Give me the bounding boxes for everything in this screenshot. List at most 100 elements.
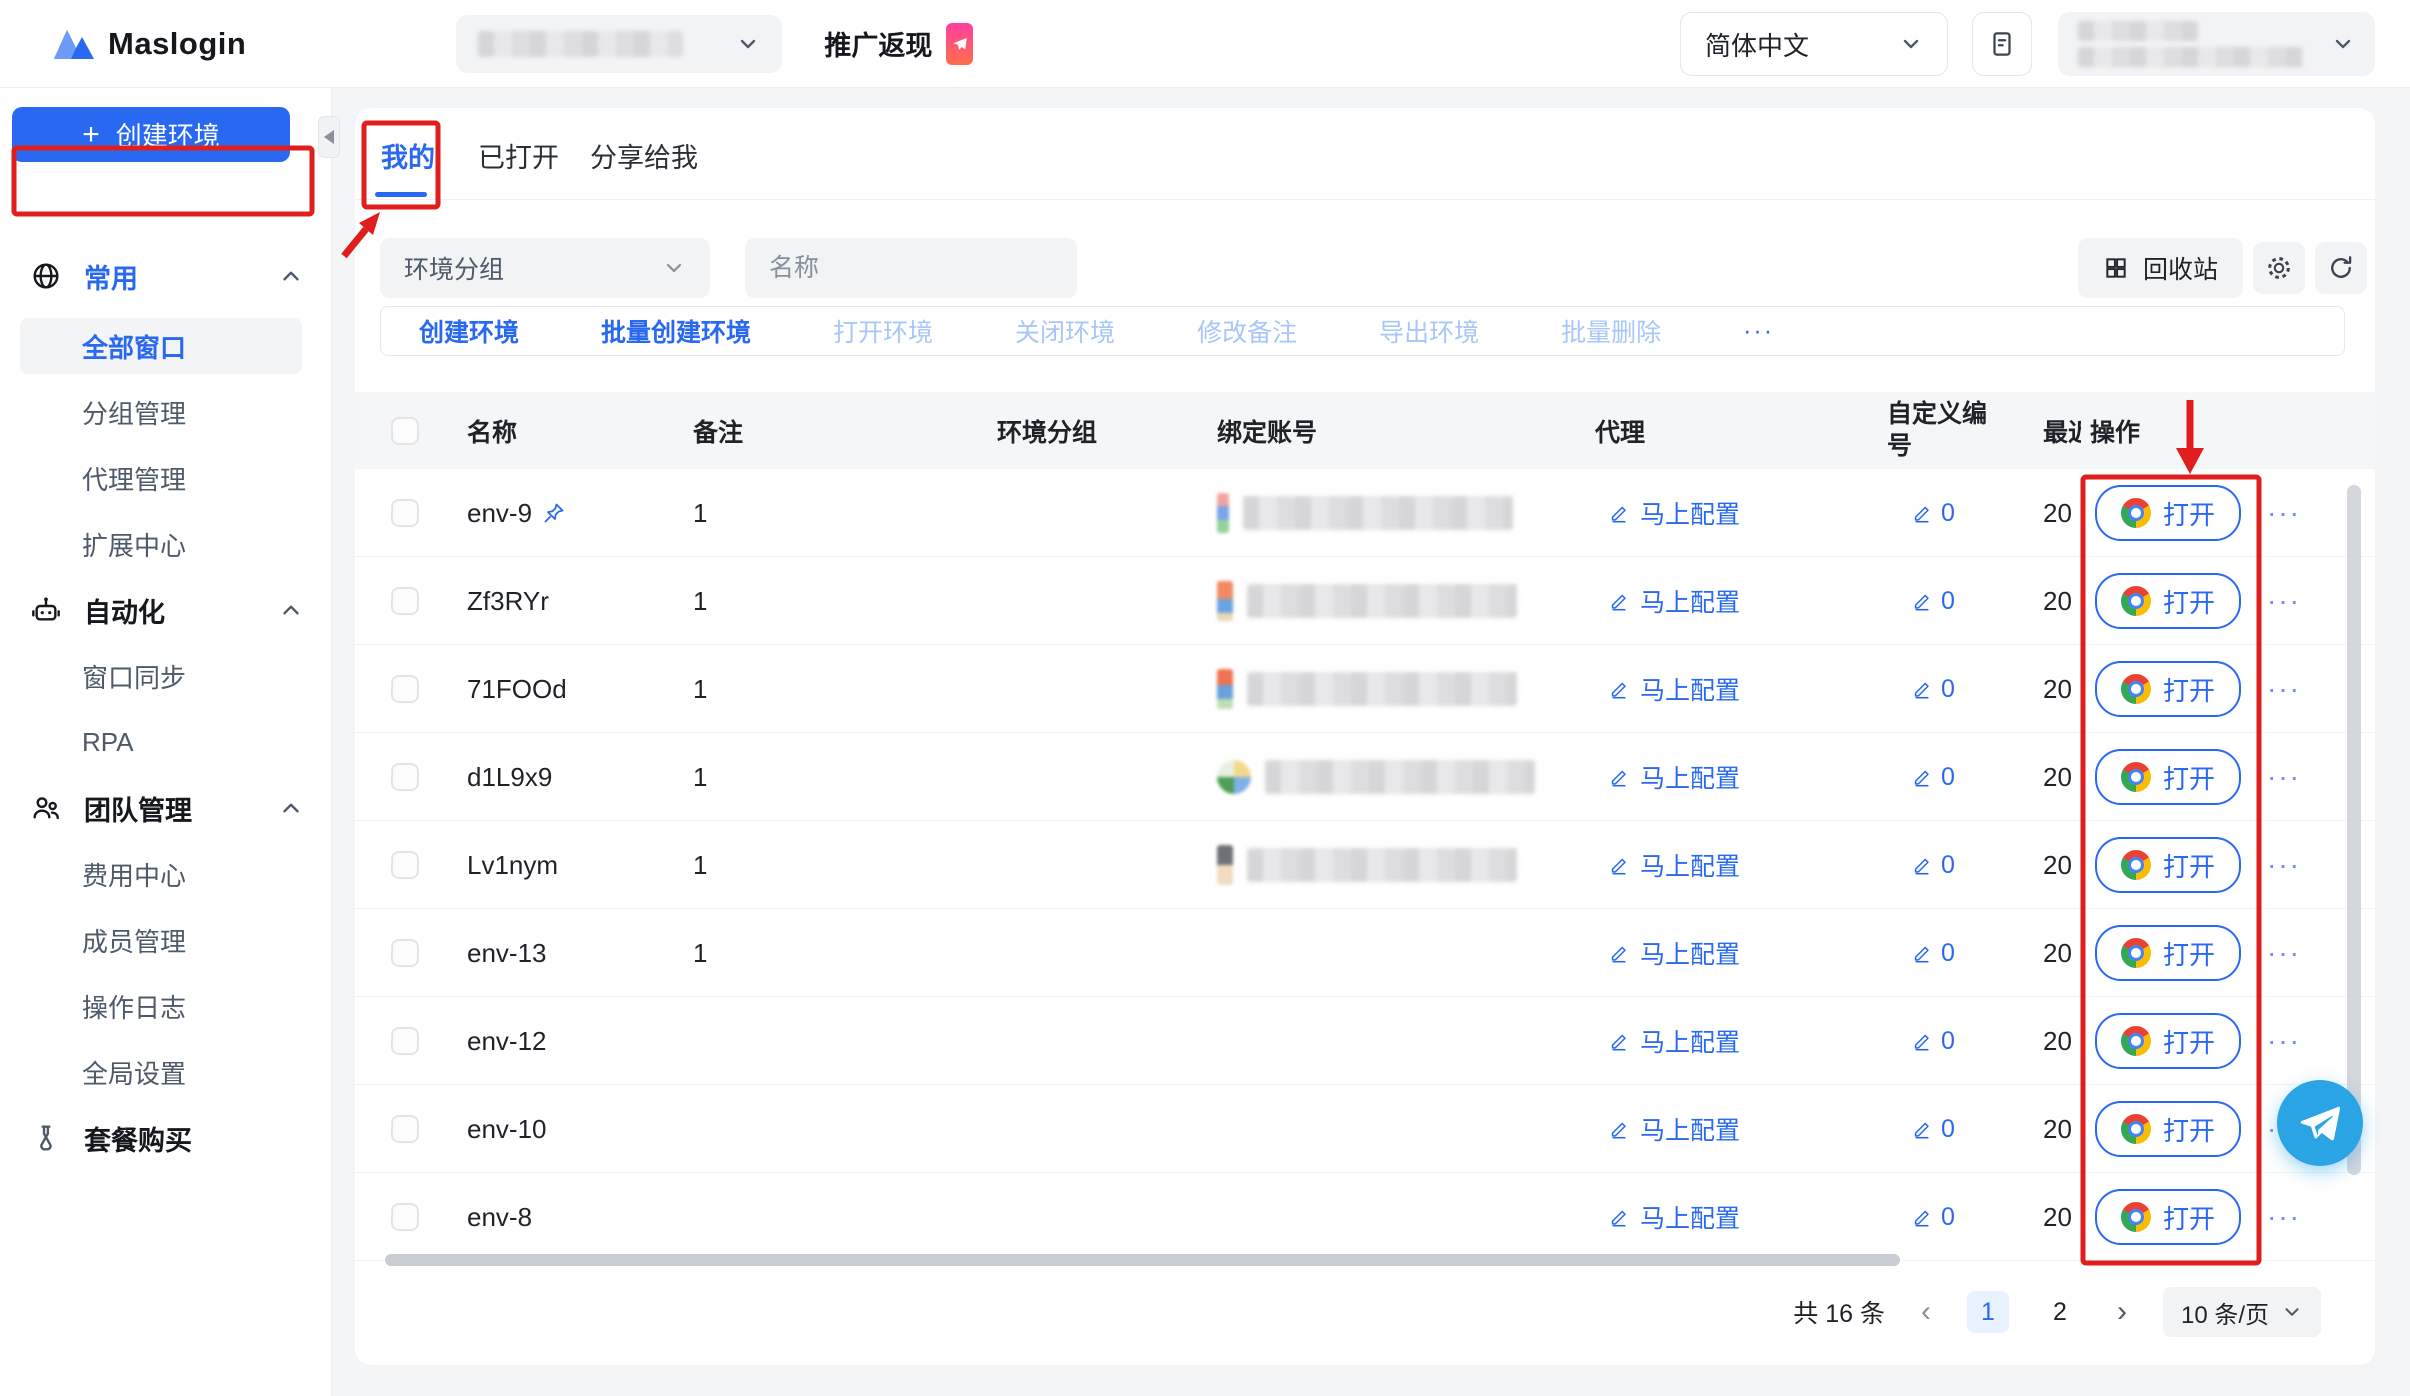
user-menu[interactable]	[2058, 12, 2375, 76]
row-checkbox[interactable]	[391, 675, 419, 703]
tab-shared-with-me[interactable]: 分享给我	[590, 136, 698, 175]
custom-number-edit[interactable]: 0	[1911, 909, 1955, 997]
sidebar-item-operation-log[interactable]: 操作日志	[20, 978, 302, 1034]
tab-opened[interactable]: 已打开	[478, 136, 559, 175]
custom-number-edit[interactable]: 0	[1911, 997, 1955, 1085]
sidebar-item-all-windows[interactable]: 全部窗口	[20, 318, 302, 374]
row-more-button[interactable]: ···	[2267, 645, 2301, 733]
prev-page-button[interactable]: ‹	[1915, 1295, 1937, 1329]
next-page-button[interactable]: ›	[2111, 1295, 2133, 1329]
sidebar-item-proxy-management[interactable]: 代理管理	[20, 450, 302, 506]
open-env-button[interactable]: 打开	[2095, 749, 2241, 805]
toolbar-create-env[interactable]: 创建环境	[419, 313, 519, 349]
sidebar-item-window-sync[interactable]: 窗口同步	[20, 648, 302, 704]
open-env-button[interactable]: 打开	[2095, 925, 2241, 981]
chevron-down-icon	[2331, 32, 2355, 56]
open-env-button[interactable]: 打开	[2095, 661, 2241, 717]
row-more-button[interactable]: ···	[2267, 469, 2301, 557]
toolbar-batch-create-env[interactable]: 批量创建环境	[601, 313, 751, 349]
custom-number-edit[interactable]: 0	[1911, 1173, 1955, 1261]
table-row: env-9 1 马上配置 0 20 打开 ···	[355, 469, 2375, 557]
language-select[interactable]: 简体中文	[1680, 12, 1948, 76]
custom-number-edit[interactable]: 0	[1911, 733, 1955, 821]
open-env-button[interactable]: 打开	[2095, 1189, 2241, 1245]
env-name: d1L9x9	[467, 762, 552, 793]
toolbar-close-env[interactable]: 关闭环境	[1015, 313, 1115, 349]
custom-number-edit[interactable]: 0	[1911, 1085, 1955, 1173]
create-env-button[interactable]: + 创建环境	[12, 107, 290, 162]
row-checkbox[interactable]	[391, 851, 419, 879]
proxy-config-link[interactable]: 马上配置	[1608, 909, 1740, 997]
proxy-config-link[interactable]: 马上配置	[1608, 821, 1740, 909]
custom-number-edit[interactable]: 0	[1911, 469, 1955, 557]
row-more-button[interactable]: ···	[2267, 557, 2301, 645]
open-env-button[interactable]: 打开	[2095, 1013, 2241, 1069]
custom-number-edit[interactable]: 0	[1911, 645, 1955, 733]
proxy-config-link[interactable]: 马上配置	[1608, 469, 1740, 557]
row-checkbox[interactable]	[391, 763, 419, 791]
proxy-config-link[interactable]: 马上配置	[1608, 1173, 1740, 1261]
vertical-scrollbar[interactable]	[2347, 485, 2361, 1175]
env-group-select[interactable]: 环境分组	[380, 238, 710, 298]
row-checkbox[interactable]	[391, 1203, 419, 1231]
proxy-config-link[interactable]: 马上配置	[1608, 557, 1740, 645]
sidebar-item-group-management[interactable]: 分组管理	[20, 384, 302, 440]
edit-icon	[1911, 590, 1933, 612]
sidebar-item-extension-center[interactable]: 扩展中心	[20, 516, 302, 572]
select-all-checkbox[interactable]	[391, 417, 419, 445]
toolbar-open-env[interactable]: 打开环境	[833, 313, 933, 349]
promo-link[interactable]: 推广返现	[824, 23, 973, 65]
sidebar-collapse-handle[interactable]	[318, 116, 340, 158]
row-more-button[interactable]: ···	[2267, 733, 2301, 821]
sidebar-section-common[interactable]: 常用	[0, 248, 332, 304]
toolbar-edit-note[interactable]: 修改备注	[1197, 313, 1297, 349]
open-env-button[interactable]: 打开	[2095, 485, 2241, 541]
custom-number-edit[interactable]: 0	[1911, 821, 1955, 909]
row-checkbox[interactable]	[391, 587, 419, 615]
name-search-input[interactable]	[769, 254, 1091, 283]
row-more-button[interactable]: ···	[2267, 909, 2301, 997]
row-checkbox[interactable]	[391, 939, 419, 967]
recycle-bin-button[interactable]: 回收站	[2078, 238, 2243, 298]
page-2-button[interactable]: 2	[2039, 1291, 2081, 1333]
toolbar-batch-delete[interactable]: 批量删除	[1561, 313, 1661, 349]
pin-icon[interactable]	[542, 501, 566, 525]
page-1-button[interactable]: 1	[1967, 1291, 2009, 1333]
row-checkbox[interactable]	[391, 499, 419, 527]
row-more-button[interactable]: ···	[2267, 821, 2301, 909]
horizontal-scrollbar[interactable]	[385, 1254, 1900, 1266]
blurred-account-text	[1265, 760, 1535, 794]
env-name: env-13	[467, 938, 547, 969]
open-env-button[interactable]: 打开	[2095, 573, 2241, 629]
open-env-button[interactable]: 打开	[2095, 1101, 2241, 1157]
row-checkbox[interactable]	[391, 1115, 419, 1143]
page-size-select[interactable]: 10 条/页	[2163, 1287, 2321, 1337]
toolbar-more-button[interactable]: ···	[1743, 317, 1774, 346]
tab-mine[interactable]: 我的	[381, 136, 435, 175]
custom-number-edit[interactable]: 0	[1911, 557, 1955, 645]
sidebar-section-automation[interactable]: 自动化	[0, 582, 332, 638]
telegram-button[interactable]	[2277, 1080, 2363, 1166]
row-checkbox[interactable]	[391, 1027, 419, 1055]
proxy-config-link[interactable]: 马上配置	[1608, 997, 1740, 1085]
sidebar-section-team[interactable]: 团队管理	[0, 780, 332, 836]
edit-icon	[1608, 1030, 1630, 1052]
open-env-button[interactable]: 打开	[2095, 837, 2241, 893]
sidebar-item-rpa[interactable]: RPA	[20, 714, 302, 770]
toolbar-export-env[interactable]: 导出环境	[1379, 313, 1479, 349]
refresh-button[interactable]	[2315, 242, 2367, 294]
docs-button[interactable]	[1972, 12, 2032, 76]
sidebar-item-member-management[interactable]: 成员管理	[20, 912, 302, 968]
row-more-button[interactable]: ···	[2267, 1173, 2301, 1261]
settings-button[interactable]	[2253, 242, 2305, 294]
name-search-box	[745, 238, 1077, 298]
proxy-config-link[interactable]: 马上配置	[1608, 1085, 1740, 1173]
sidebar-item-plan-purchase[interactable]: 套餐购买	[0, 1110, 332, 1166]
row-more-button[interactable]: ···	[2267, 997, 2301, 1085]
sidebar-item-global-settings[interactable]: 全局设置	[20, 1044, 302, 1100]
chevron-up-icon	[278, 597, 304, 623]
sidebar-item-billing-center[interactable]: 费用中心	[20, 846, 302, 902]
proxy-config-link[interactable]: 马上配置	[1608, 733, 1740, 821]
workspace-selector[interactable]	[456, 15, 782, 73]
proxy-config-link[interactable]: 马上配置	[1608, 645, 1740, 733]
